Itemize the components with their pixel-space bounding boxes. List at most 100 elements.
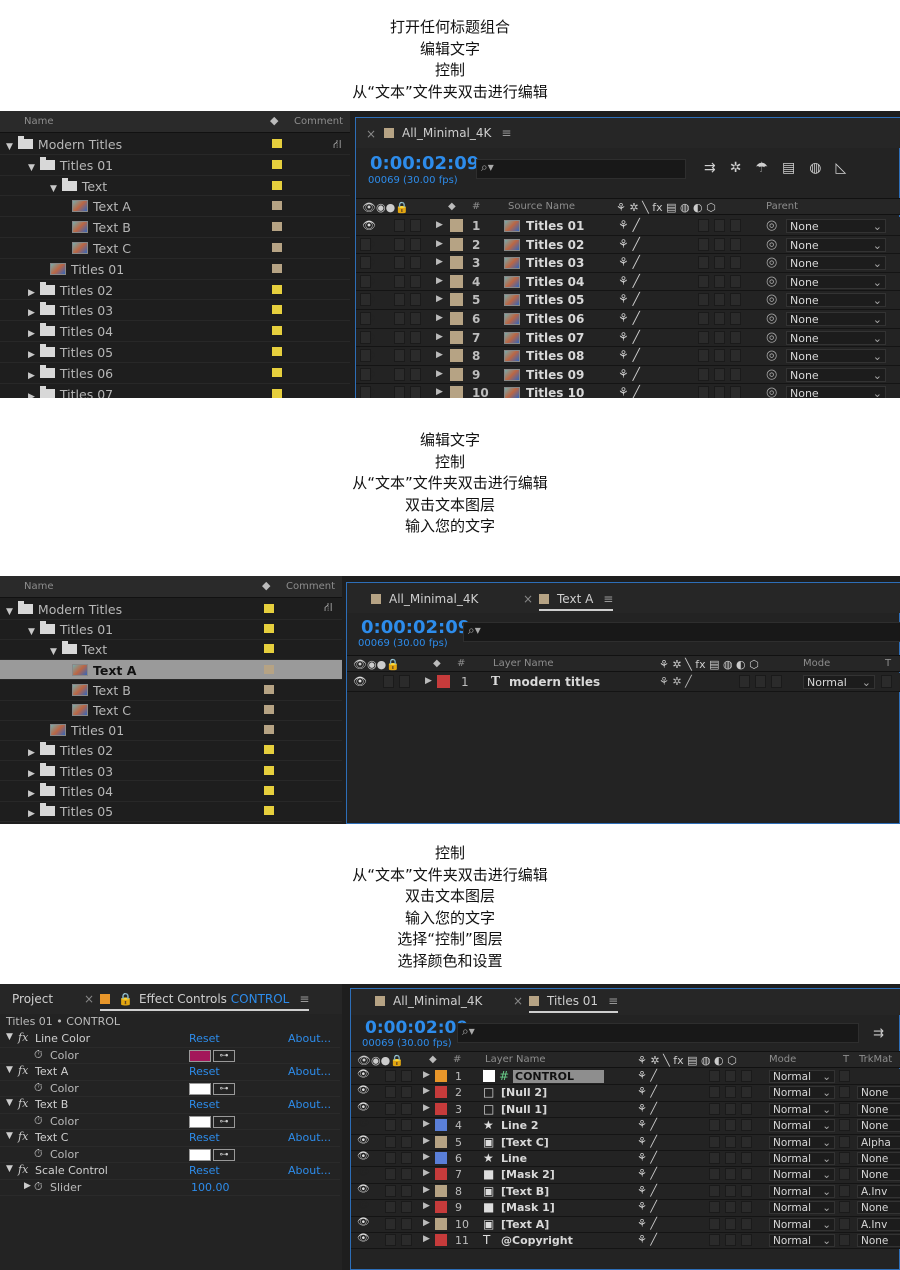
switch-box[interactable] (698, 219, 709, 232)
switch-box[interactable] (698, 256, 709, 270)
blend-mode-select[interactable]: Normal ⌄ (769, 1201, 835, 1215)
label-color-chip[interactable] (450, 293, 463, 307)
layer-search-input[interactable]: ⌕▾ (476, 159, 686, 179)
about-link[interactable]: About... (288, 1098, 331, 1111)
switch-box[interactable] (394, 274, 405, 288)
about-link[interactable]: About... (288, 1032, 331, 1045)
label-color-chip[interactable] (450, 274, 463, 288)
switch-box[interactable] (709, 1234, 720, 1246)
layer-row[interactable]: 👁 ▶ 9 ■ [Mask 1] ⚘ ╱ Normal ⌄ None (351, 1200, 900, 1217)
layer-switches[interactable]: ⚘ ╱ (637, 1167, 657, 1180)
layer-name[interactable]: Titles 05 (526, 293, 584, 307)
eye-icon[interactable]: 👁 (357, 1184, 370, 1195)
project-item[interactable]: ▼ Titles 01 (0, 619, 342, 640)
effect-row[interactable]: ⏱ Color ⊶ (0, 1081, 340, 1097)
label-color-chip[interactable] (264, 806, 274, 815)
stopwatch-icon[interactable]: ⏱ (34, 1114, 43, 1128)
label-color-chip[interactable] (272, 180, 282, 190)
layer-name[interactable]: Line 2 (501, 1119, 539, 1132)
label-color-chip[interactable] (435, 1102, 447, 1115)
project-item[interactable]: Titles 01 (0, 720, 342, 741)
trkmat-select[interactable]: None (857, 1152, 900, 1165)
frame-blend-icon[interactable]: ▤ (782, 160, 809, 176)
layer-switches[interactable]: ⚘ ╱ (637, 1184, 657, 1197)
label-color-chip[interactable] (272, 201, 282, 211)
expand-triangle-icon[interactable]: ▶ (28, 809, 35, 819)
label-color-chip[interactable] (264, 624, 274, 634)
project-item[interactable]: ▶ Titles 04 (0, 321, 350, 342)
layer-switches[interactable]: ⚘ ╱ (637, 1135, 657, 1148)
stopwatch-icon[interactable]: ⏱ (34, 1147, 43, 1161)
label-color-chip[interactable] (435, 1168, 447, 1181)
switch-box[interactable] (698, 237, 709, 251)
label-color-chip[interactable] (272, 222, 282, 232)
blend-mode-select[interactable]: Normal ⌄ (769, 1070, 835, 1083)
parent-select[interactable]: None ⌄ (786, 386, 886, 398)
switch-box[interactable] (714, 330, 725, 344)
expand-triangle-icon[interactable]: ▶ (28, 350, 35, 360)
switch-box[interactable] (714, 237, 725, 251)
label-color-chip[interactable] (272, 326, 282, 336)
blend-mode-select[interactable]: Normal ⌄ (769, 1086, 835, 1100)
switch-box[interactable] (839, 1102, 850, 1115)
layer-switches[interactable]: ⚘ ╱ (637, 1118, 657, 1131)
layer-row[interactable]: 👁▶9Titles 09⚘ ╱◎None⌄ (356, 365, 900, 385)
switch-box[interactable] (741, 1135, 752, 1148)
tab-all-minimal[interactable]: All_Minimal_4K ≡ (384, 126, 511, 140)
switch-box[interactable] (725, 1217, 736, 1230)
trkmat-select[interactable]: None (857, 1102, 900, 1116)
switch-box[interactable] (399, 675, 410, 688)
switch-box[interactable] (730, 312, 741, 325)
color-swatch[interactable] (189, 1049, 211, 1062)
expand-triangle-icon[interactable]: ▼ (50, 184, 57, 194)
switch-box[interactable] (741, 1201, 752, 1214)
expand-triangle-icon[interactable]: ▼ (6, 1065, 13, 1075)
switch-box[interactable] (839, 1234, 850, 1246)
layer-name[interactable]: Titles 06 (526, 312, 584, 326)
layer-switches[interactable]: ⚘ ✲ ╱ (659, 675, 692, 688)
project-item[interactable]: ▶ Titles 07 (0, 384, 350, 398)
switch-box[interactable] (714, 349, 725, 363)
tab-text-a[interactable]: Text A ≡ (539, 592, 614, 611)
motion-blur-icon[interactable]: ◍ (809, 160, 835, 176)
switch-box[interactable] (709, 1135, 720, 1148)
switch-box[interactable] (741, 1086, 752, 1099)
timecode[interactable]: 0:00:02:09 (361, 617, 470, 638)
tab-titles-01[interactable]: Titles 01 ≡ (529, 994, 619, 1013)
reset-link[interactable]: Reset (189, 1164, 220, 1177)
layer-row[interactable]: 👁▶8Titles 08⚘ ╱◎None⌄ (356, 347, 900, 366)
layer-name[interactable]: [Null 2] (501, 1086, 547, 1099)
label-color-chip[interactable] (435, 1152, 447, 1164)
switch-box[interactable] (709, 1184, 720, 1197)
expand-triangle-icon[interactable]: ▶ (423, 1152, 430, 1162)
timecode[interactable]: 0:00:02:09 (370, 153, 479, 174)
label-color-chip[interactable] (264, 745, 274, 755)
blend-mode-select[interactable]: Normal ⌄ (769, 1168, 835, 1182)
label-color-chip[interactable] (450, 367, 463, 381)
parent-select[interactable]: None ⌄ (786, 312, 886, 326)
project-item[interactable]: ▼ Modern Titles (0, 134, 350, 155)
label-color-chip[interactable] (264, 684, 274, 694)
eye-icon[interactable]: 👁 (357, 1167, 370, 1178)
switch-box[interactable] (401, 1135, 412, 1148)
trkmat-select[interactable]: None (857, 1119, 900, 1133)
switch-box[interactable] (360, 256, 371, 270)
color-swatch[interactable] (189, 1115, 211, 1128)
trkmat-select[interactable]: Alpha (857, 1135, 900, 1149)
eye-icon[interactable]: 👁 (362, 219, 376, 232)
pickwhip-icon[interactable]: ◎ (766, 330, 777, 345)
switch-box[interactable] (394, 312, 405, 325)
switch-box[interactable] (401, 1168, 412, 1181)
expand-triangle-icon[interactable]: ▼ (50, 647, 57, 657)
layer-row[interactable]: 👁 ▶ 3 □ [Null 1] ⚘ ╱ Normal ⌄ None (351, 1101, 900, 1119)
layer-switches[interactable]: ⚘ ╱ (637, 1200, 657, 1213)
menu-icon[interactable]: ≡ (608, 994, 618, 1008)
pickwhip-icon[interactable]: ◎ (766, 237, 777, 252)
expand-triangle-icon[interactable]: ▶ (28, 748, 35, 758)
switch-box[interactable] (410, 330, 421, 344)
expand-triangle-icon[interactable]: ▼ (28, 163, 35, 173)
project-item[interactable]: ▶ Titles 05 (0, 342, 350, 363)
switch-box[interactable] (709, 1102, 720, 1115)
switch-box[interactable] (709, 1119, 720, 1132)
switch-box[interactable] (741, 1168, 752, 1181)
